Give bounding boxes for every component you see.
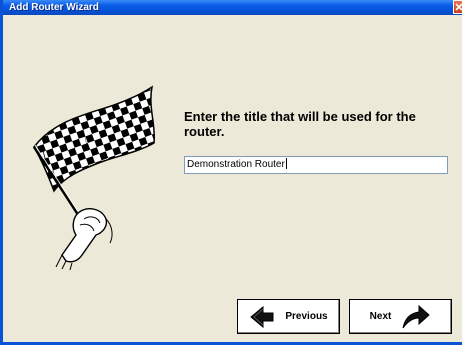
arrow-left-icon xyxy=(250,305,274,328)
close-button[interactable] xyxy=(453,0,462,14)
router-title-value: Demonstration Router xyxy=(187,159,285,170)
previous-label: Previous xyxy=(285,311,328,322)
next-button[interactable]: Next xyxy=(349,299,452,334)
checkered-flag-icon xyxy=(32,85,156,270)
close-icon xyxy=(455,3,462,11)
previous-button[interactable]: Previous xyxy=(237,299,340,334)
next-label: Next xyxy=(369,311,392,322)
arrow-right-icon xyxy=(402,304,431,328)
router-title-input[interactable]: Demonstration Router xyxy=(184,156,448,174)
wizard-window: Add Router Wizard Enter the title that w… xyxy=(0,0,462,345)
window-title: Add Router Wizard xyxy=(9,2,99,13)
wizard-content: Enter the title that will be used for th… xyxy=(6,15,462,342)
text-caret xyxy=(285,158,287,169)
title-bar[interactable]: Add Router Wizard xyxy=(3,0,462,15)
instruction-text: Enter the title that will be used for th… xyxy=(184,109,416,139)
